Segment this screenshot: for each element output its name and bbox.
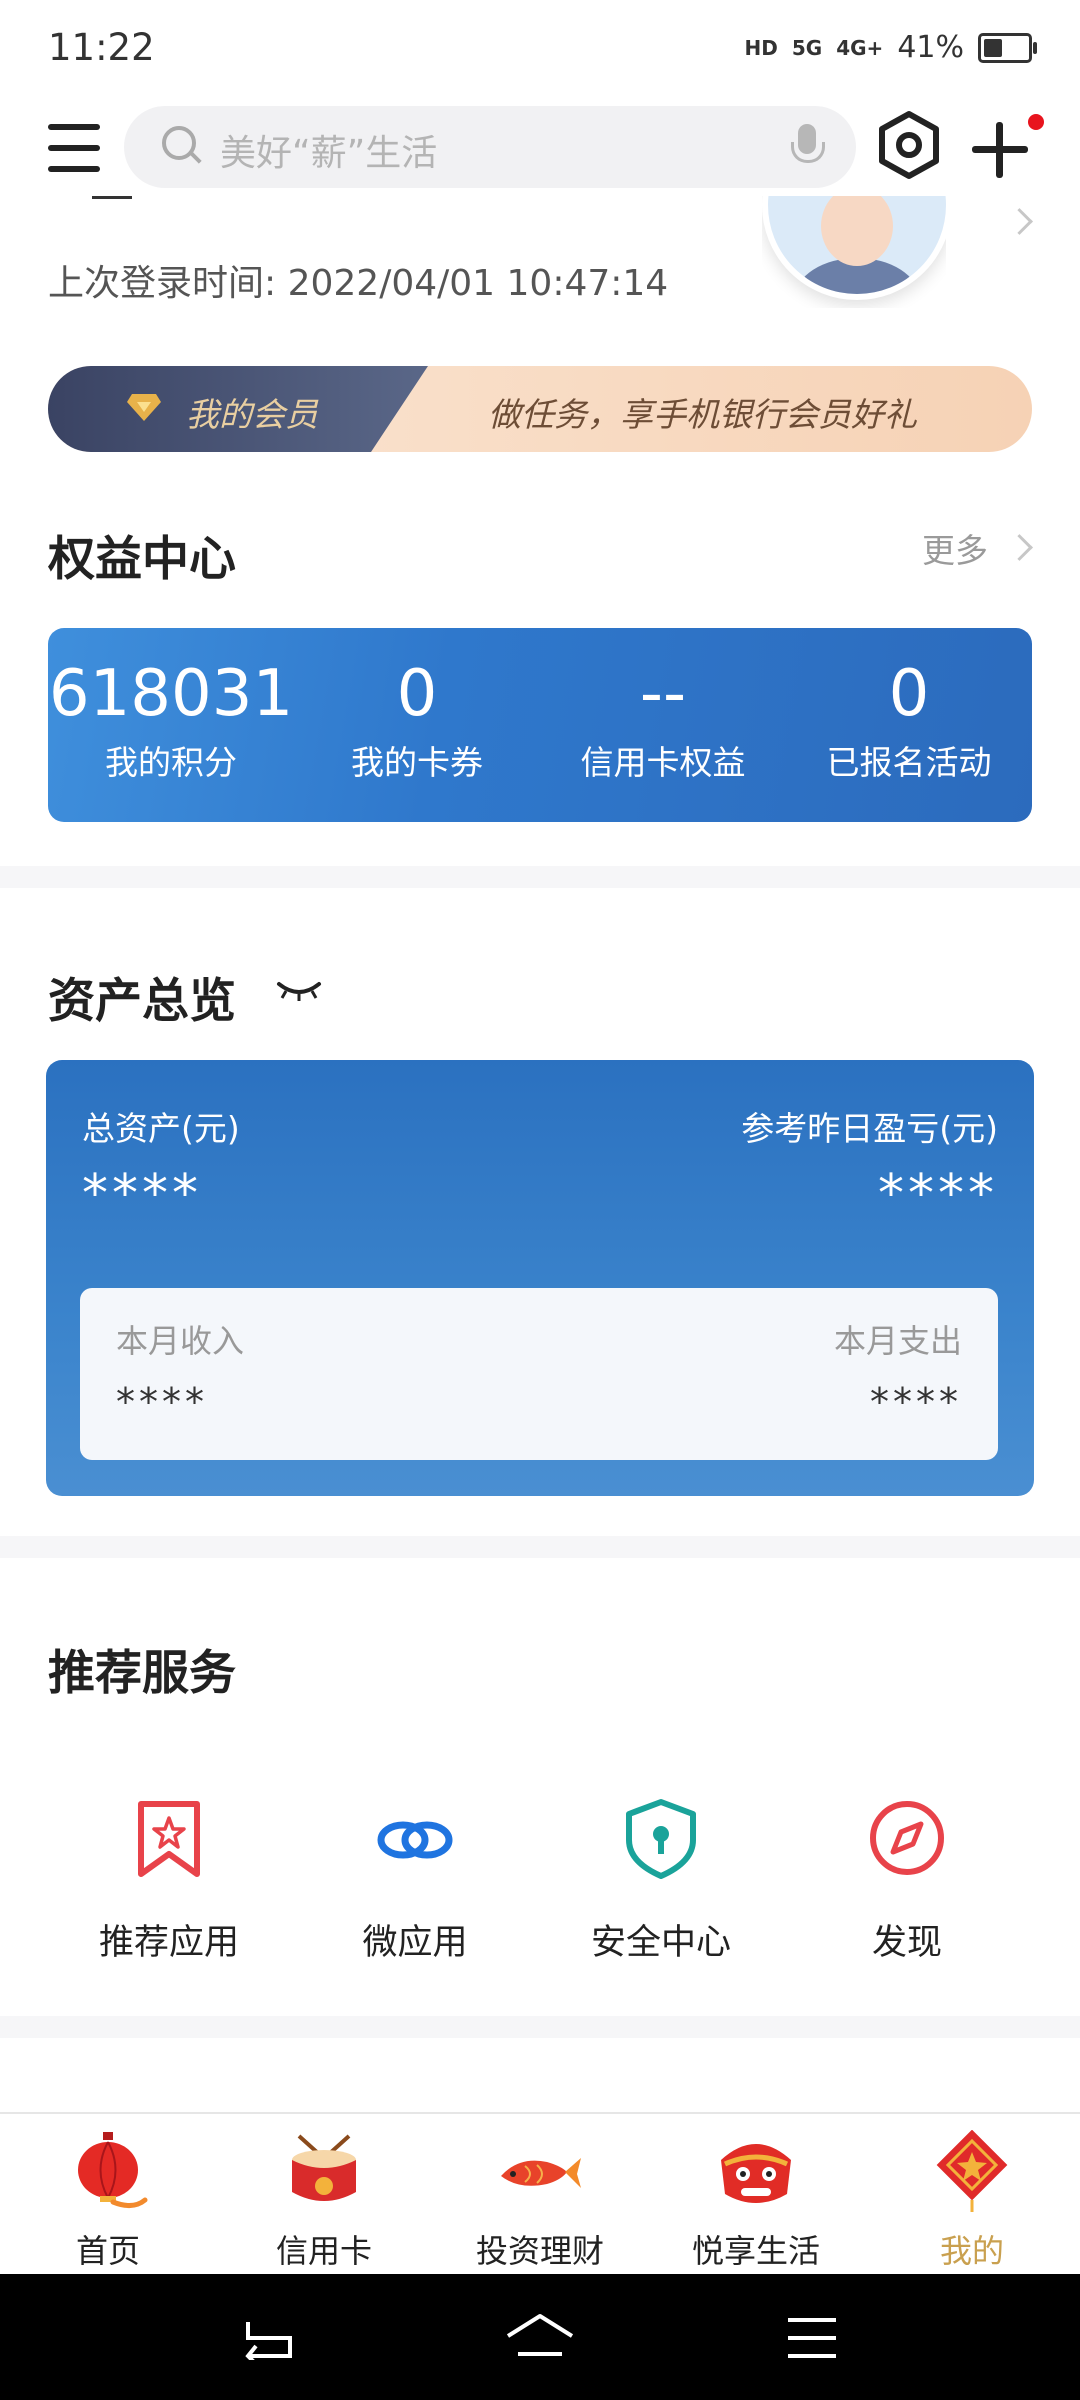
pnl-value: ****: [878, 1164, 998, 1224]
points-label: 我的积分: [105, 743, 237, 782]
asset-card: 总资产(元) 参考昨日盈亏(元) **** **** 本月收入 本月支出 ***…: [46, 1060, 1034, 1496]
search-icon: [162, 126, 196, 160]
hexagon-settings-icon[interactable]: [874, 110, 944, 180]
status-icons: HD 5G 4G+ 41%: [744, 30, 1037, 65]
shield-lock-icon: [626, 1799, 696, 1879]
total-assets-value: ****: [82, 1164, 202, 1224]
total-assets-label: 总资产(元): [82, 1109, 240, 1148]
section-divider: [0, 866, 1080, 888]
tab-lifestyle[interactable]: 悦享生活: [648, 2130, 864, 2272]
bookmark-star-icon: [138, 1801, 200, 1877]
last-login-info: 上次登录时间: 2022/04/01 10:47:14: [48, 254, 668, 306]
add-icon[interactable]: [972, 122, 1028, 178]
assets-title: 资产总览: [48, 974, 236, 1029]
link-icon: [377, 1821, 453, 1859]
service-label: 发现: [871, 1923, 942, 1963]
activities-label: 已报名活动: [826, 743, 992, 782]
lantern-icon: [78, 2132, 148, 2208]
services-title: 推荐服务: [48, 1646, 236, 1701]
battery-percent: 41%: [897, 30, 964, 65]
username-partial: [92, 196, 132, 205]
rights-card: 618031 我的积分 0 我的卡券 -- 信用卡权益 0 已报名活动: [48, 628, 1032, 822]
income-label: 本月收入: [116, 1322, 245, 1360]
more-link[interactable]: 更多: [922, 524, 988, 572]
signal-4g-icon: 4G+: [836, 35, 884, 60]
status-bar: 11:22 HD 5G 4G+ 41%: [0, 0, 1080, 100]
points-value: 618031: [48, 657, 294, 731]
tab-label: 信用卡: [275, 2232, 372, 2270]
last-login-time: 2022/04/01 10:47:14: [287, 263, 669, 304]
service-label: 推荐应用: [98, 1923, 239, 1963]
rights-points[interactable]: 618031 我的积分: [48, 628, 294, 784]
pnl-label: 参考昨日盈亏(元): [741, 1109, 998, 1148]
tab-investment[interactable]: 投资理财: [432, 2130, 648, 2272]
hamburger-menu-icon[interactable]: [48, 124, 100, 172]
back-icon[interactable]: [240, 2316, 296, 2360]
service-security-center[interactable]: 安全中心: [538, 1796, 784, 1965]
monthly-summary[interactable]: 本月收入 本月支出 **** ****: [80, 1288, 998, 1460]
hd-icon: HD: [744, 35, 778, 60]
tab-label: 首页: [75, 2232, 140, 2270]
diamond-icon: [127, 394, 161, 421]
activities-value: 0: [888, 657, 930, 731]
rights-title: 权益中心: [48, 532, 236, 587]
koi-fish-icon: [501, 2158, 581, 2188]
compass-icon: [870, 1801, 944, 1875]
credit-rights-label: 信用卡权益: [580, 743, 746, 782]
member-banner[interactable]: 我的会员 做任务，享手机银行会员好礼: [48, 366, 1032, 452]
eye-closed-icon[interactable]: [276, 978, 322, 1002]
last-login-label: 上次登录时间:: [48, 263, 277, 304]
tab-mine[interactable]: 我的: [864, 2129, 1080, 2272]
rights-activities[interactable]: 0 已报名活动: [786, 628, 1032, 784]
service-discover[interactable]: 发现: [784, 1796, 1030, 1965]
coupons-value: 0: [396, 657, 438, 731]
search-placeholder: 美好“薪”生活: [220, 133, 438, 174]
fortune-icon: [936, 2129, 1008, 2212]
lion-dance-icon: [721, 2144, 791, 2203]
signal-5g-icon: 5G: [791, 35, 823, 60]
service-recommended-apps[interactable]: 推荐应用: [46, 1796, 292, 1965]
clock: 11:22: [48, 26, 155, 69]
drum-icon: [292, 2134, 356, 2201]
tab-home[interactable]: 首页: [0, 2130, 216, 2272]
notification-dot: [1028, 114, 1044, 130]
system-nav-bar: [0, 2274, 1080, 2400]
recents-menu-icon[interactable]: [786, 2316, 838, 2360]
income-value: ****: [116, 1380, 208, 1424]
tab-label: 投资理财: [475, 2232, 604, 2270]
coupons-label: 我的卡券: [351, 743, 483, 782]
service-label: 微应用: [362, 1923, 468, 1963]
more-chevron-icon[interactable]: [1006, 534, 1033, 561]
section-divider: [0, 2016, 1080, 2038]
member-label: 我的会员: [186, 395, 318, 434]
battery-icon: [978, 32, 1037, 63]
rights-credit-card[interactable]: -- 信用卡权益: [540, 628, 786, 784]
search-input[interactable]: 美好“薪”生活: [124, 106, 856, 188]
tab-label-active: 我的: [939, 2232, 1004, 2270]
expense-value: ****: [870, 1380, 962, 1424]
tab-label: 悦享生活: [691, 2232, 820, 2270]
rights-coupons[interactable]: 0 我的卡券: [294, 628, 540, 784]
tab-credit-card[interactable]: 信用卡: [216, 2130, 432, 2272]
service-micro-apps[interactable]: 微应用: [292, 1796, 538, 1965]
member-promo: 做任务，享手机银行会员好礼: [488, 395, 917, 434]
avatar[interactable]: [762, 196, 946, 308]
home-icon[interactable]: [504, 2312, 576, 2362]
bottom-tab-bar: 首页 信用卡 投资理财 悦享生活 我的: [0, 2112, 1080, 2276]
service-label: 安全中心: [590, 1923, 731, 1963]
credit-rights-value: --: [639, 657, 687, 731]
expense-label: 本月支出: [833, 1322, 962, 1360]
microphone-icon[interactable]: [791, 124, 825, 163]
profile-chevron-icon[interactable]: [1006, 208, 1033, 235]
section-divider: [0, 1536, 1080, 1558]
